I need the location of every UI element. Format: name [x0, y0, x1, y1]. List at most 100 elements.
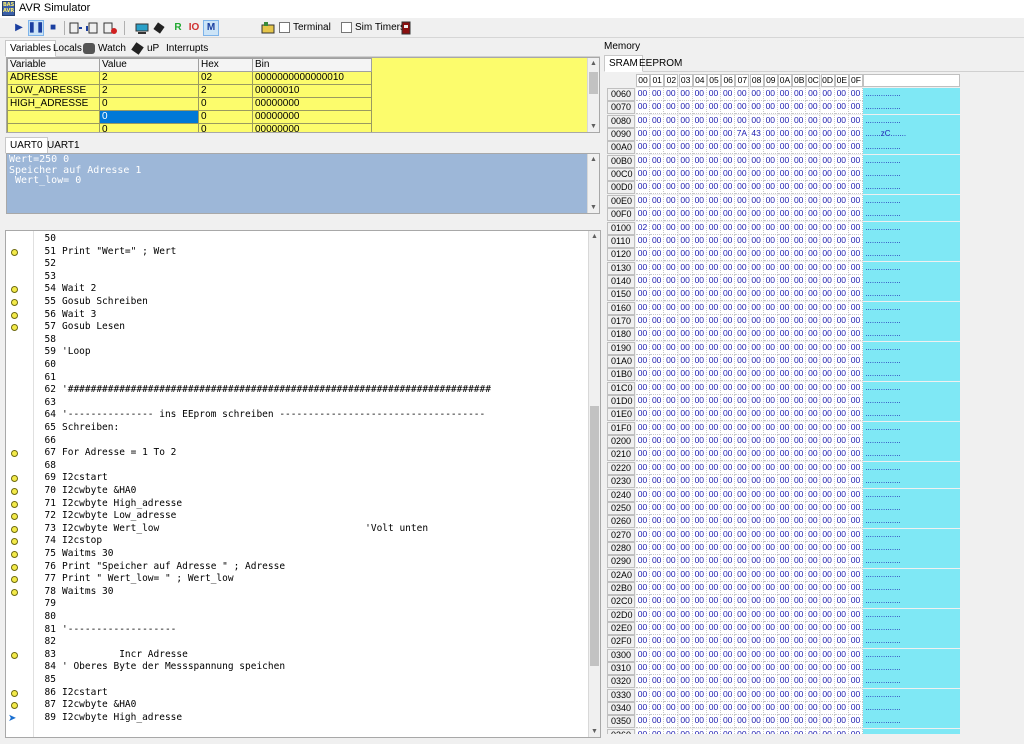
memory-byte-cell[interactable]: 00 [735, 288, 750, 302]
memory-byte-cell[interactable]: 00 [678, 168, 693, 182]
memory-byte-cell[interactable]: 00 [806, 622, 821, 635]
memory-byte-cell[interactable]: 00 [664, 421, 679, 435]
memory-byte-cell[interactable]: 00 [707, 515, 721, 529]
uart-scrollbar[interactable]: ▲ ▼ [587, 154, 599, 213]
memory-byte-cell[interactable]: 00 [806, 395, 821, 409]
memory-byte-cell[interactable]: 00 [636, 368, 650, 382]
scroll-down-icon[interactable]: ▼ [588, 121, 599, 132]
memory-byte-cell[interactable]: 00 [707, 555, 721, 569]
code-editor[interactable]: ➤ 50 51 Print "Wert=" ; Wert 52 53 54 Wait 2 55… [5, 230, 601, 738]
memory-byte-cell[interactable]: 00 [763, 581, 778, 595]
memory-byte-cell[interactable]: 00 [834, 408, 849, 422]
memory-byte-cell[interactable]: 00 [763, 248, 778, 262]
memory-byte-cell[interactable]: 00 [834, 101, 849, 115]
column-header-bin[interactable]: Bin [252, 58, 372, 72]
memory-byte-cell[interactable]: 00 [849, 568, 863, 582]
memory-ascii-cell[interactable]: ................ [863, 541, 960, 555]
memory-ascii-cell[interactable]: ................ [863, 421, 960, 435]
memory-byte-cell[interactable]: 00 [820, 501, 835, 515]
memory-byte-cell[interactable]: 00 [664, 328, 679, 342]
memory-byte-cell[interactable]: 00 [692, 208, 707, 222]
memory-byte-cell[interactable]: 00 [792, 234, 807, 248]
memory-byte-cell[interactable]: 00 [707, 435, 721, 449]
memory-ascii-cell[interactable]: ................ [863, 448, 960, 462]
memory-byte-cell[interactable]: 00 [834, 128, 849, 142]
memory-byte-cell[interactable]: 00 [820, 421, 835, 435]
memory-ascii-cell[interactable]: ................ [863, 528, 960, 542]
memory-byte-cell[interactable]: 00 [664, 528, 679, 542]
memory-ascii-cell[interactable]: ................ [863, 435, 960, 449]
memory-byte-cell[interactable]: 00 [721, 288, 736, 302]
memory-byte-cell[interactable]: 00 [806, 328, 821, 342]
memory-byte-cell[interactable]: 00 [735, 248, 750, 262]
memory-byte-cell[interactable]: 00 [778, 688, 792, 702]
memory-byte-cell[interactable]: 00 [763, 528, 778, 542]
memory-byte-cell[interactable]: 00 [820, 728, 835, 734]
memory-byte-cell[interactable]: 00 [707, 341, 721, 355]
memory-byte-cell[interactable]: 00 [692, 568, 707, 582]
memory-byte-cell[interactable]: 00 [806, 288, 821, 302]
memory-byte-cell[interactable]: 00 [721, 715, 736, 729]
memory-byte-cell[interactable]: 00 [650, 448, 665, 462]
memory-byte-cell[interactable]: 00 [834, 648, 849, 662]
memory-byte-cell[interactable]: 00 [636, 301, 650, 315]
memory-byte-cell[interactable]: 00 [834, 528, 849, 542]
memory-byte-cell[interactable]: 00 [692, 581, 707, 595]
memory-byte-cell[interactable]: 00 [806, 528, 821, 542]
memory-byte-cell[interactable]: 00 [650, 421, 665, 435]
memory-byte-cell[interactable]: 00 [721, 128, 736, 142]
code-line[interactable]: 69 I2cstart [6, 472, 586, 485]
code-line[interactable]: 82 [6, 636, 586, 649]
memory-byte-cell[interactable]: 02 [636, 221, 650, 235]
uart-terminal[interactable]: Wert=250 0 Speicher auf Adresse 1 Wert_l… [6, 153, 600, 214]
memory-byte-cell[interactable]: 00 [778, 301, 792, 315]
memory-byte-cell[interactable]: 00 [721, 101, 736, 115]
code-line[interactable]: 61 [6, 372, 586, 385]
memory-byte-cell[interactable]: 00 [721, 501, 736, 515]
tab-uart1[interactable]: UART1 [43, 138, 84, 154]
memory-byte-cell[interactable]: 00 [735, 528, 750, 542]
memory-byte-cell[interactable]: 00 [849, 702, 863, 716]
memory-byte-cell[interactable]: 00 [778, 622, 792, 635]
memory-byte-cell[interactable]: 00 [721, 555, 736, 569]
memory-byte-cell[interactable]: 00 [778, 314, 792, 328]
memory-byte-cell[interactable]: 00 [763, 301, 778, 315]
memory-byte-cell[interactable]: 00 [792, 501, 807, 515]
memory-byte-cell[interactable]: 00 [735, 555, 750, 569]
memory-byte-cell[interactable]: 00 [664, 248, 679, 262]
memory-byte-cell[interactable]: 00 [636, 541, 650, 555]
memory-ascii-cell[interactable]: ................ [863, 168, 960, 182]
memory-byte-cell[interactable]: 00 [650, 88, 665, 101]
memory-byte-cell[interactable]: 00 [721, 702, 736, 716]
memory-byte-cell[interactable]: 00 [707, 461, 721, 475]
memory-byte-cell[interactable]: 00 [820, 675, 835, 689]
memory-byte-cell[interactable]: 00 [664, 141, 679, 155]
scroll-down-icon[interactable]: ▼ [589, 726, 600, 737]
memory-byte-cell[interactable]: 00 [721, 314, 736, 328]
memory-byte-cell[interactable]: 00 [678, 181, 693, 195]
variable-value[interactable]: 0 [99, 97, 199, 111]
memory-byte-cell[interactable]: 00 [707, 368, 721, 382]
memory-byte-cell[interactable]: 00 [792, 635, 807, 649]
memory-byte-cell[interactable]: 00 [806, 234, 821, 248]
memory-byte-cell[interactable]: 00 [806, 208, 821, 222]
memory-byte-cell[interactable]: 00 [678, 114, 693, 128]
memory-byte-cell[interactable]: 00 [834, 461, 849, 475]
memory-byte-cell[interactable]: 00 [664, 381, 679, 395]
memory-byte-cell[interactable]: 00 [692, 635, 707, 649]
memory-byte-cell[interactable]: 00 [721, 261, 736, 275]
memory-byte-cell[interactable]: 00 [735, 381, 750, 395]
memory-byte-cell[interactable]: 00 [792, 688, 807, 702]
memory-byte-cell[interactable]: 00 [820, 635, 835, 649]
memory-byte-cell[interactable]: 00 [834, 208, 849, 222]
memory-byte-cell[interactable]: 00 [678, 581, 693, 595]
memory-byte-cell[interactable]: 00 [778, 555, 792, 569]
memory-byte-cell[interactable]: 00 [792, 515, 807, 529]
memory-byte-cell[interactable]: 00 [834, 675, 849, 689]
memory-byte-cell[interactable]: 00 [792, 595, 807, 609]
memory-byte-cell[interactable]: 00 [636, 154, 650, 168]
memory-byte-cell[interactable]: 00 [792, 154, 807, 168]
memory-byte-cell[interactable]: 00 [749, 368, 764, 382]
memory-byte-cell[interactable]: 00 [749, 728, 764, 734]
memory-byte-cell[interactable]: 00 [749, 395, 764, 409]
